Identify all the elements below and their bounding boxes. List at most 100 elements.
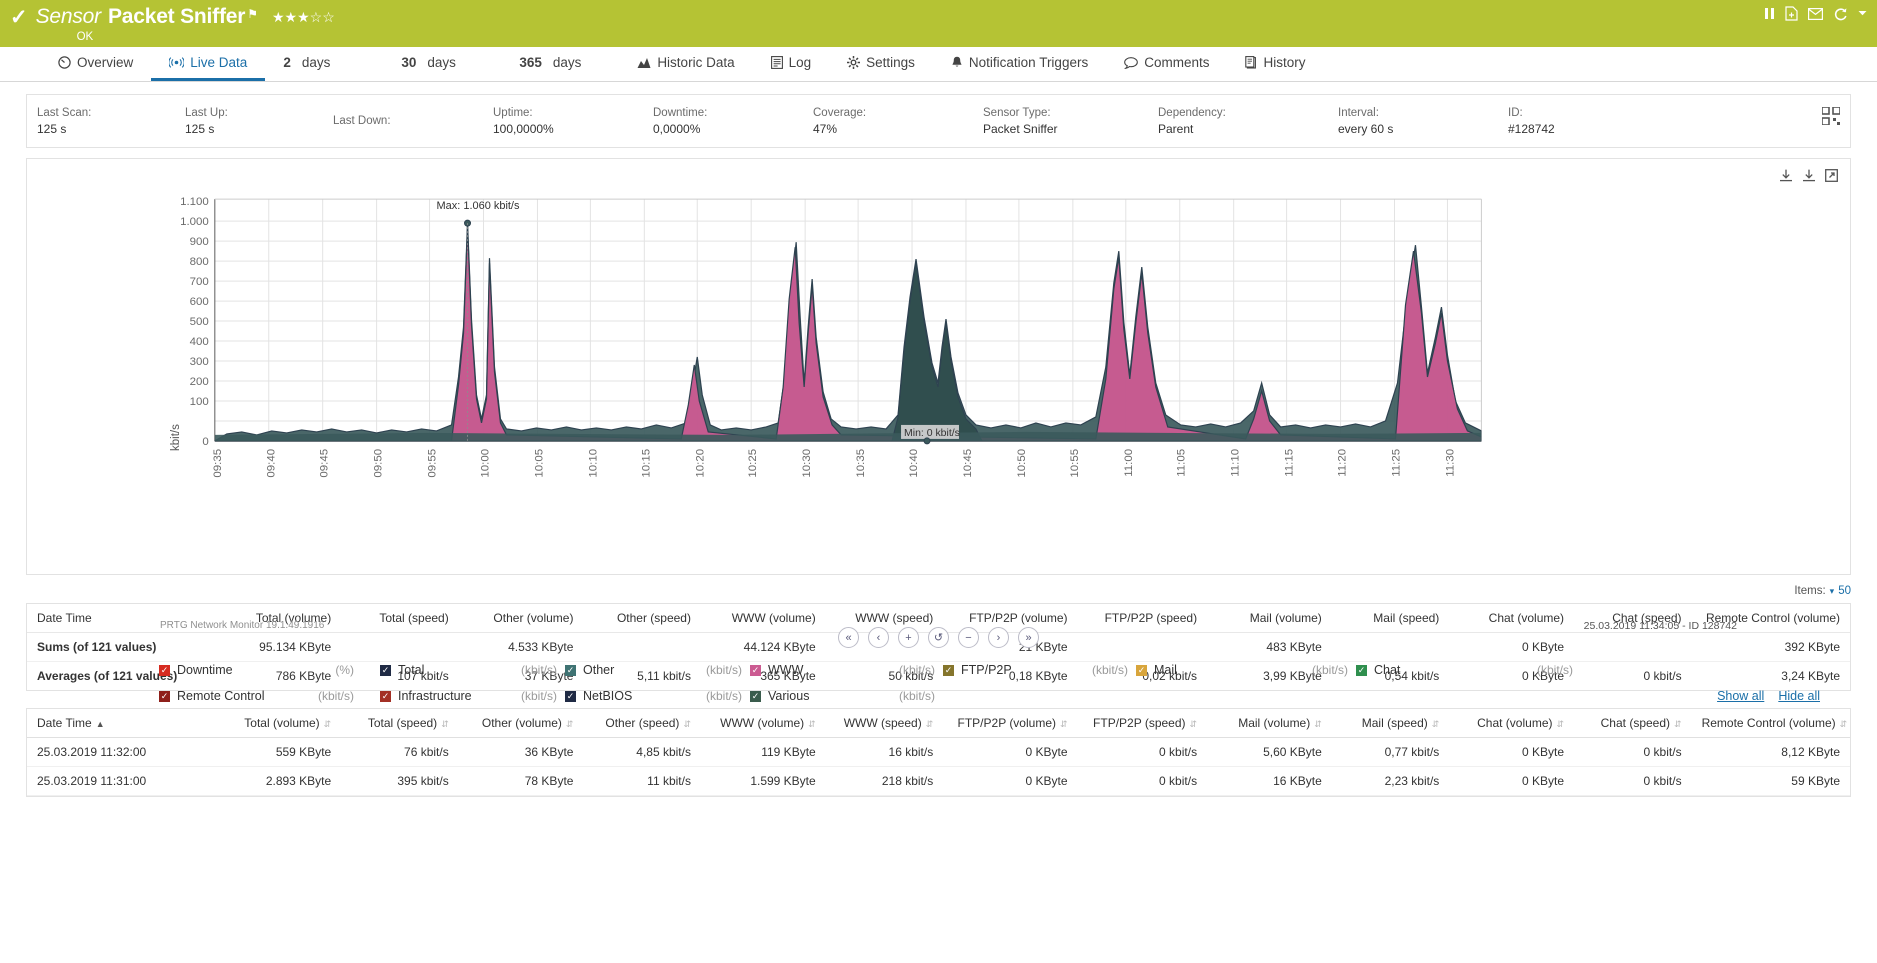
items-count-value[interactable]: 50 bbox=[1838, 585, 1851, 597]
checkbox-chat[interactable]: ✓ bbox=[1356, 664, 1367, 676]
popout-icon[interactable] bbox=[1825, 169, 1838, 185]
tab-2-days[interactable]: 2 days bbox=[265, 47, 383, 81]
tab-log[interactable]: Log bbox=[753, 47, 830, 81]
legend-item-chat[interactable]: ✓ Chat (kbit/s) bbox=[1356, 663, 1581, 677]
checkbox-remote-control[interactable]: ✓ bbox=[159, 690, 170, 702]
tab-notification-triggers[interactable]: Notification Triggers bbox=[933, 47, 1106, 81]
data-col-www-volume[interactable]: WWW (volume) ⇵ bbox=[700, 709, 826, 738]
checkbox-mail[interactable]: ✓ bbox=[1136, 664, 1147, 676]
checkbox-downtime[interactable]: ✓ bbox=[159, 664, 170, 676]
data-col-other-volume[interactable]: Other (volume) ⇵ bbox=[458, 709, 584, 738]
x-tick-labels: 09:35 09:40 09:45 09:50 09:55 10:00 10:0… bbox=[212, 449, 1457, 478]
sort-icon[interactable]: ⇵ bbox=[1840, 719, 1848, 729]
data-col-mail-volume[interactable]: Mail (volume) ⇵ bbox=[1207, 709, 1332, 738]
tab-comments[interactable]: Comments bbox=[1106, 47, 1227, 81]
legend-item-other[interactable]: ✓ Other (kbit/s) bbox=[565, 663, 750, 677]
sort-icon[interactable]: ⇵ bbox=[1190, 719, 1198, 729]
legend-item-downtime[interactable]: ✓ Downtime (%) bbox=[159, 663, 380, 677]
flag-icon[interactable]: ⚑ bbox=[247, 7, 258, 21]
svg-text:600: 600 bbox=[190, 296, 209, 308]
tab-365-days[interactable]: 365 days bbox=[501, 47, 619, 81]
sort-icon[interactable]: ⇵ bbox=[683, 719, 691, 729]
nav-reset-button[interactable]: ↺ bbox=[928, 627, 949, 648]
chart-icon bbox=[637, 57, 651, 69]
data-col-ftp-speed[interactable]: FTP/P2P (speed) ⇵ bbox=[1077, 709, 1208, 738]
table-row[interactable]: 25.03.2019 11:31:00 2.893 KByte 395 kbit… bbox=[27, 766, 1850, 796]
data-col-other-speed[interactable]: Other (speed) ⇵ bbox=[583, 709, 701, 738]
hide-all-link[interactable]: Hide all bbox=[1778, 689, 1820, 703]
nav-last-button[interactable]: » bbox=[1018, 627, 1039, 648]
show-all-link[interactable]: Show all bbox=[1717, 689, 1764, 703]
chevron-down-icon[interactable]: ▾ bbox=[1830, 586, 1835, 597]
nav-zoom-in-button[interactable]: + bbox=[898, 627, 919, 648]
add-report-icon[interactable] bbox=[1785, 6, 1798, 21]
data-col-remote-volume[interactable]: Remote Control (volume) ⇵ bbox=[1691, 709, 1850, 738]
data-col-mail-volume-label: Mail (volume) bbox=[1238, 716, 1311, 730]
cell-www-volume: 1.599 KByte bbox=[700, 766, 826, 796]
legend-item-ftp-p2p[interactable]: ✓ FTP/P2P (kbit/s) bbox=[943, 663, 1136, 677]
items-selector[interactable]: Items: ▾ 50 bbox=[26, 583, 1851, 599]
data-col-chat-volume[interactable]: Chat (volume) ⇵ bbox=[1449, 709, 1575, 738]
info-dependency: Dependency: Parent bbox=[1148, 106, 1328, 137]
data-col-www-speed[interactable]: WWW (speed) ⇵ bbox=[825, 709, 944, 738]
sort-icon[interactable]: ⇵ bbox=[1060, 719, 1068, 729]
data-col-mail-speed[interactable]: Mail (speed) ⇵ bbox=[1331, 709, 1450, 738]
checkbox-www[interactable]: ✓ bbox=[750, 664, 761, 676]
nav-prev-button[interactable]: ‹ bbox=[868, 627, 889, 648]
sort-icon[interactable]: ⇵ bbox=[1674, 719, 1682, 729]
checkbox-other[interactable]: ✓ bbox=[565, 664, 576, 676]
nav-first-button[interactable]: « bbox=[838, 627, 859, 648]
save-icon[interactable] bbox=[1802, 169, 1816, 185]
sort-asc-icon[interactable]: ▲ bbox=[96, 719, 105, 729]
legend-item-total[interactable]: ✓ Total (kbit/s) bbox=[380, 663, 565, 677]
qr-code-icon[interactable] bbox=[1821, 106, 1841, 126]
info-id-label: ID: bbox=[1508, 106, 1523, 119]
tab-historic-data[interactable]: Historic Data bbox=[619, 47, 752, 81]
tab-history[interactable]: History bbox=[1227, 47, 1323, 81]
sort-icon[interactable]: ⇵ bbox=[1556, 719, 1564, 729]
legend-item-remote-control[interactable]: ✓ Remote Control (kbit/s) bbox=[159, 689, 380, 703]
cell-mail-volume: 5,60 KByte bbox=[1207, 737, 1332, 767]
legend-item-various[interactable]: ✓ Various (kbit/s) bbox=[750, 689, 943, 703]
data-col-date-time[interactable]: Date Time ▲ bbox=[27, 709, 217, 738]
data-col-ftp-volume[interactable]: FTP/P2P (volume) ⇵ bbox=[943, 709, 1078, 738]
table-row[interactable]: 25.03.2019 11:32:00 559 KByte 76 kbit/s … bbox=[27, 737, 1850, 767]
tab-settings[interactable]: Settings bbox=[829, 47, 933, 81]
sort-icon[interactable]: ⇵ bbox=[1314, 719, 1322, 729]
tab-live-data[interactable]: Live Data bbox=[151, 47, 266, 81]
legend-item-www[interactable]: ✓ WWW (kbit/s) bbox=[750, 663, 943, 677]
legend-label-total: Total bbox=[398, 663, 425, 677]
checkbox-netbios[interactable]: ✓ bbox=[565, 690, 576, 702]
sort-icon[interactable]: ⇵ bbox=[926, 719, 934, 729]
checkbox-various[interactable]: ✓ bbox=[750, 690, 761, 702]
legend-item-mail[interactable]: ✓ Mail (kbit/s) bbox=[1136, 663, 1356, 677]
svg-text:10:45: 10:45 bbox=[962, 449, 974, 478]
data-col-chat-speed[interactable]: Chat (speed) ⇵ bbox=[1574, 709, 1692, 738]
checkbox-infrastructure[interactable]: ✓ bbox=[380, 690, 391, 702]
chevron-down-icon[interactable] bbox=[1858, 10, 1867, 17]
sort-icon[interactable]: ⇵ bbox=[566, 719, 574, 729]
nav-zoom-out-button[interactable]: − bbox=[958, 627, 979, 648]
sort-icon[interactable]: ⇵ bbox=[441, 719, 449, 729]
mail-icon[interactable] bbox=[1808, 7, 1823, 20]
data-col-total-volume[interactable]: Total (volume) ⇵ bbox=[216, 709, 342, 738]
svg-text:11:05: 11:05 bbox=[1176, 449, 1188, 477]
download-icon[interactable] bbox=[1779, 169, 1793, 185]
legend-unit-netbios: (kbit/s) bbox=[706, 689, 742, 703]
checkbox-ftp-p2p[interactable]: ✓ bbox=[943, 664, 954, 676]
nav-next-button[interactable]: › bbox=[988, 627, 1009, 648]
sort-icon[interactable]: ⇵ bbox=[808, 719, 816, 729]
info-last-up: Last Up: 125 s bbox=[175, 106, 323, 137]
tab-30-days[interactable]: 30 days bbox=[383, 47, 501, 81]
tab-overview[interactable]: Overview bbox=[40, 47, 151, 81]
refresh-icon[interactable] bbox=[1833, 7, 1848, 21]
legend-item-infrastructure[interactable]: ✓ Infrastructure (kbit/s) bbox=[380, 689, 565, 703]
legend-item-netbios[interactable]: ✓ NetBIOS (kbit/s) bbox=[565, 689, 750, 703]
pause-icon[interactable] bbox=[1764, 7, 1775, 20]
checkbox-total[interactable]: ✓ bbox=[380, 664, 391, 676]
data-col-total-speed[interactable]: Total (speed) ⇵ bbox=[341, 709, 459, 738]
legend-label-chat: Chat bbox=[1374, 663, 1401, 677]
sort-icon[interactable]: ⇵ bbox=[1432, 719, 1440, 729]
priority-stars[interactable]: ★★★☆☆ bbox=[272, 9, 335, 26]
sort-icon[interactable]: ⇵ bbox=[324, 719, 332, 729]
